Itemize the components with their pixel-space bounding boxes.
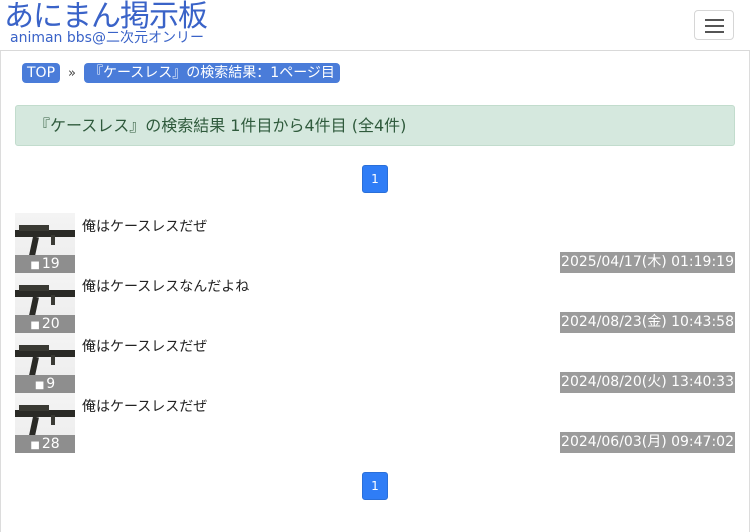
thread-row[interactable]: ■ 19 俺はケースレスだぜ 2025/04/17(木) 01:19:19: [15, 213, 735, 273]
thread-title[interactable]: 俺はケースレスだぜ: [82, 396, 207, 416]
breadcrumb-separator: »: [68, 65, 76, 81]
thread-row[interactable]: ■ 9 俺はケースレスだぜ 2024/08/20(火) 13:40:33: [15, 333, 735, 393]
thread-row[interactable]: ■ 28 俺はケースレスだぜ 2024/06/03(月) 09:47:02: [15, 393, 735, 453]
reply-count-value: 20: [41, 316, 60, 332]
hamburger-icon-bar: [705, 25, 724, 27]
thread-title[interactable]: 俺はケースレスだぜ: [82, 216, 207, 236]
reply-count: ■ 20: [15, 315, 75, 333]
site-logo-subtitle[interactable]: animan bbs@二次元オンリー: [10, 30, 204, 46]
thread-title[interactable]: 俺はケースレスなんだよね: [82, 276, 249, 296]
menu-toggle-button[interactable]: [694, 10, 734, 40]
thread-title[interactable]: 俺はケースレスだぜ: [82, 336, 207, 356]
thread-row[interactable]: ■ 20 俺はケースレスなんだよね 2024/08/23(金) 10:43:58: [15, 273, 735, 333]
thread-date: 2024/08/23(金) 10:43:58: [560, 312, 735, 333]
thread-date: 2025/04/17(木) 01:19:19: [560, 252, 735, 273]
breadcrumb: TOP » 『ケースレス』の検索結果：1ページ目: [22, 62, 340, 84]
comment-icon: ■: [34, 380, 45, 391]
reply-count-value: 9: [46, 376, 56, 392]
reply-count-value: 19: [41, 256, 60, 272]
comment-icon: ■: [30, 260, 40, 271]
search-summary: 『ケースレス』の検索結果 1件目から4件目 (全4件): [15, 105, 735, 146]
reply-count: ■ 28: [15, 435, 75, 453]
comment-icon: ■: [30, 320, 40, 331]
hamburger-icon: [705, 19, 724, 21]
reply-count: ■ 9: [15, 375, 75, 393]
thread-date: 2024/08/20(火) 13:40:33: [560, 372, 735, 393]
site-header: あにまん掲示板 animan bbs@二次元オンリー: [0, 0, 750, 51]
hamburger-icon-bar: [705, 31, 724, 33]
breadcrumb-current[interactable]: 『ケースレス』の検索結果：1ページ目: [83, 63, 340, 83]
reply-count-value: 28: [41, 436, 60, 452]
comment-icon: ■: [30, 440, 40, 451]
breadcrumb-top-link[interactable]: TOP: [22, 63, 61, 83]
thread-date: 2024/06/03(月) 09:47:02: [560, 432, 735, 453]
pagination-page-button[interactable]: 1: [362, 165, 388, 193]
reply-count: ■ 19: [15, 255, 75, 273]
pagination-page-button-bottom[interactable]: 1: [362, 472, 388, 500]
